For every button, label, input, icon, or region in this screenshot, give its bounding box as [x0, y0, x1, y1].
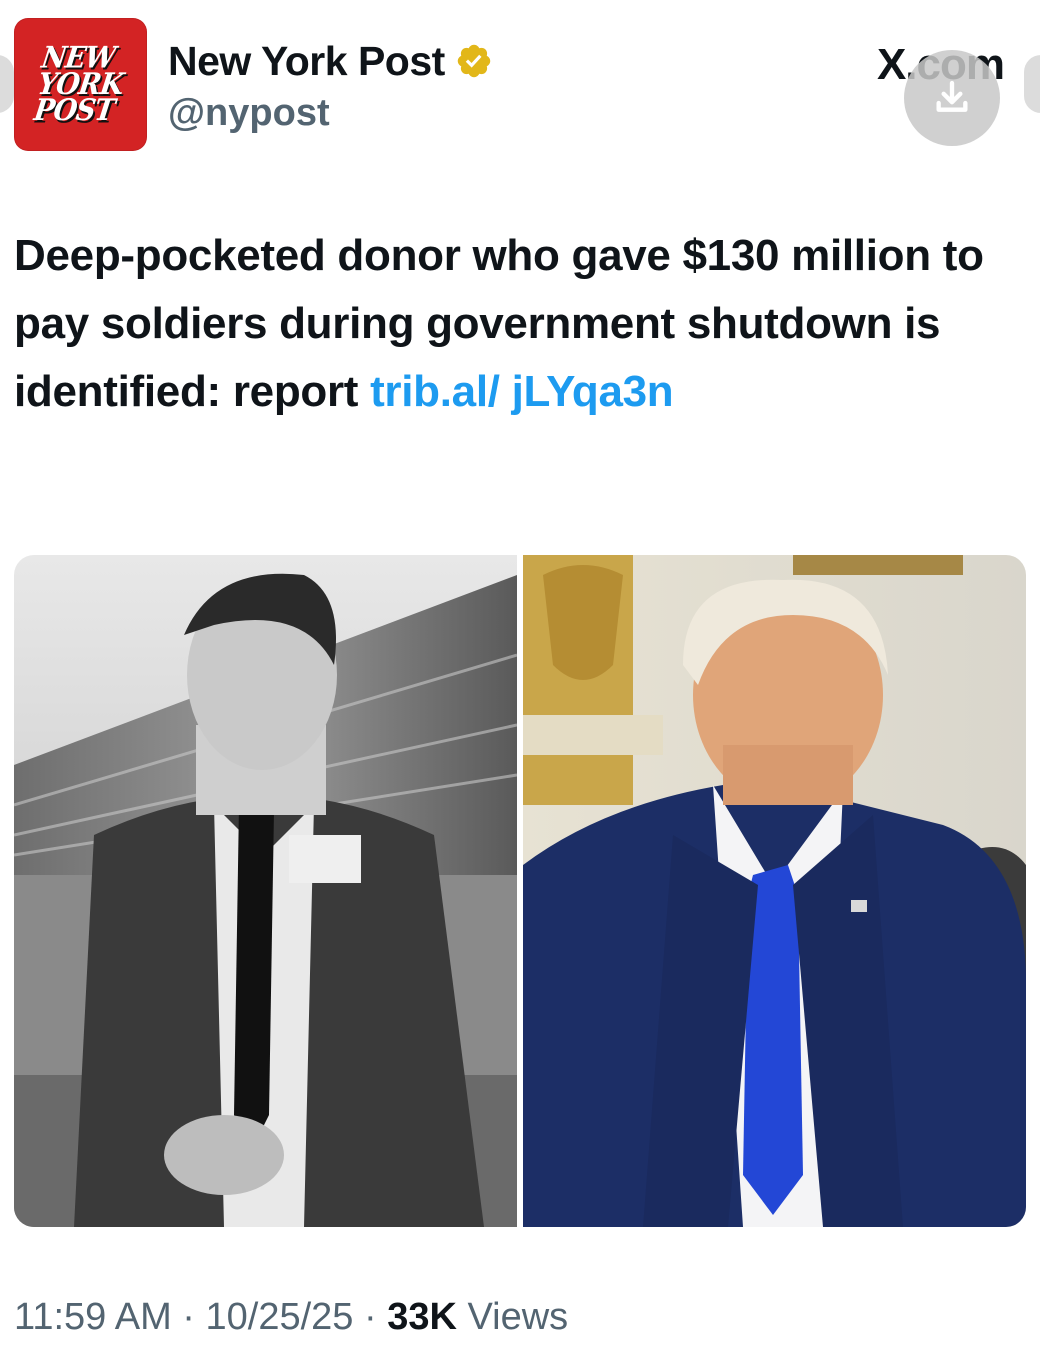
account-names: New York Post @nypost [168, 36, 493, 135]
photo-right[interactable] [523, 555, 1026, 1227]
previous-card-edge[interactable] [0, 55, 14, 113]
photo-left[interactable] [14, 555, 517, 1227]
download-icon [936, 80, 968, 112]
view-count: 33K [387, 1296, 457, 1338]
tweet-media[interactable] [14, 555, 1026, 1227]
tweet-date[interactable]: 10/25/25 [206, 1296, 354, 1338]
meta-separator: · [171, 1296, 206, 1338]
next-card-edge[interactable] [1024, 55, 1040, 113]
tweet-link[interactable]: trib.al/ jLYqa3n [370, 367, 674, 416]
tweet-time[interactable]: 11:59 AM [14, 1296, 172, 1338]
tweet-header: NEW YORK POST New York Post @nypost X.co… [14, 18, 1010, 153]
account-handle[interactable]: @nypost [168, 92, 493, 135]
download-button[interactable] [904, 50, 1000, 146]
verified-badge-icon [457, 44, 491, 78]
avatar[interactable]: NEW YORK POST [14, 18, 147, 151]
display-name[interactable]: New York Post [168, 38, 445, 85]
meta-separator: · [353, 1296, 388, 1338]
avatar-logo-text: NEW YORK POST [32, 40, 126, 128]
tweet-meta: 11:59 AM · 10/25/25 · 33K Views [14, 1296, 568, 1339]
black-white-portrait-image [14, 555, 517, 1227]
views-label: Views [456, 1296, 569, 1338]
tweet-text: Deep-pocketed donor who gave $130 millio… [14, 222, 1026, 426]
color-portrait-image [523, 555, 1026, 1227]
